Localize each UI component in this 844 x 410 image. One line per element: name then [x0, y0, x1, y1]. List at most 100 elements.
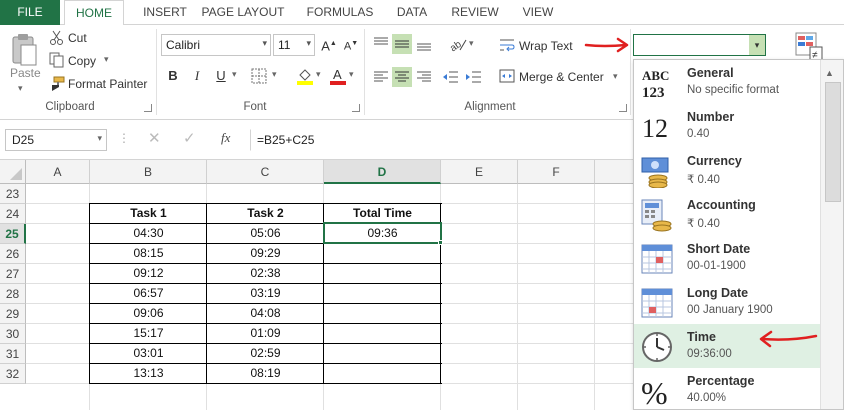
table-cell[interactable]: 08:19 [207, 363, 324, 383]
borders-dropdown-icon[interactable]: ▾ [272, 69, 277, 80]
align-right-icon[interactable] [414, 67, 434, 90]
table-header-cell[interactable]: Total Time [324, 203, 441, 223]
font-name-select[interactable]: Calibri ▾ [161, 34, 271, 56]
middle-align-icon[interactable] [392, 34, 412, 54]
copy-button[interactable]: Copy [68, 54, 96, 68]
number-format-option-accounting[interactable]: Accounting ₹ 0.40 [634, 192, 820, 236]
table-cell[interactable]: 04:30 [90, 223, 207, 243]
top-align-icon[interactable] [371, 34, 391, 57]
cancel-icon[interactable]: ✕ [148, 129, 161, 147]
increase-indent-icon[interactable] [464, 67, 484, 90]
fill-handle[interactable] [438, 240, 443, 245]
table-header-cell[interactable]: Task 2 [207, 203, 324, 223]
bold-button[interactable]: B [163, 66, 183, 86]
formula-input[interactable]: =B25+C25 [250, 129, 634, 151]
paste-icon[interactable] [10, 33, 38, 70]
italic-button[interactable]: I [187, 66, 207, 86]
number-format-option-general[interactable]: ABC 123 General No specific format [634, 60, 820, 104]
scroll-up-icon[interactable]: ▲ [825, 68, 834, 78]
font-launcher-icon[interactable] [352, 104, 360, 112]
table-cell[interactable]: 09:29 [207, 243, 324, 263]
row-header-23[interactable]: 23 [0, 184, 26, 204]
table-cell[interactable]: 13:13 [90, 363, 207, 383]
row-header-30[interactable]: 30 [0, 324, 26, 344]
paste-button[interactable]: Paste [10, 66, 41, 80]
tab-insert[interactable]: INSERT [128, 0, 202, 25]
tab-data[interactable]: DATA [388, 0, 436, 25]
table-cell[interactable] [324, 243, 441, 263]
table-cell[interactable]: 03:01 [90, 343, 207, 363]
table-header-cell[interactable]: Task 1 [90, 203, 207, 223]
table-cell[interactable]: 02:38 [207, 263, 324, 283]
number-format-option-currency[interactable]: Currency ₹ 0.40 [634, 148, 820, 192]
table-cell[interactable] [324, 343, 441, 363]
increase-font-size-icon[interactable]: A▲ [319, 34, 339, 54]
font-color-icon[interactable]: A [329, 67, 347, 88]
number-format-option-percentage[interactable]: % Percentage 40.00% [634, 368, 820, 409]
bottom-align-icon[interactable] [414, 34, 434, 57]
copy-dropdown-icon[interactable]: ▾ [104, 54, 109, 65]
scroll-thumb[interactable] [825, 82, 841, 202]
orientation-icon[interactable]: ab [448, 34, 468, 57]
enter-icon[interactable]: ✓ [183, 129, 196, 147]
table-cell[interactable] [324, 283, 441, 303]
table-cell[interactable] [324, 263, 441, 283]
number-format-option-short-date[interactable]: Short Date 00-01-1900 [634, 236, 820, 280]
number-format-option-number[interactable]: 12 Number 0.40 [634, 104, 820, 148]
table-cell[interactable]: 09:12 [90, 263, 207, 283]
merge-center-button[interactable]: Merge & Center [519, 70, 604, 84]
row-header-27[interactable]: 27 [0, 264, 26, 284]
tab-formulas[interactable]: FORMULAS [298, 0, 382, 25]
number-format-option-long-date[interactable]: Long Date 00 January 1900 [634, 280, 820, 324]
table-cell[interactable]: 06:57 [90, 283, 207, 303]
table-cell[interactable]: 15:17 [90, 323, 207, 343]
table-cell[interactable]: 09:06 [90, 303, 207, 323]
table-cell[interactable] [324, 363, 441, 383]
column-header-d[interactable]: D [324, 160, 441, 184]
wrap-text-button[interactable]: Wrap Text [519, 39, 573, 53]
select-all-corner[interactable] [0, 160, 26, 184]
merge-dropdown-icon[interactable]: ▾ [613, 71, 618, 82]
font-color-dropdown-icon[interactable]: ▾ [349, 69, 354, 80]
tab-page-layout[interactable]: PAGE LAYOUT [196, 0, 290, 25]
tab-review[interactable]: REVIEW [446, 0, 504, 25]
clipboard-launcher-icon[interactable] [144, 104, 152, 112]
row-header-26[interactable]: 26 [0, 244, 26, 264]
table-cell[interactable]: 05:06 [207, 223, 324, 243]
format-painter-button[interactable]: Format Painter [68, 77, 147, 91]
name-box[interactable]: D25 ▾ [5, 129, 107, 151]
table-cell[interactable]: 02:59 [207, 343, 324, 363]
number-format-select[interactable]: ▾ [633, 34, 766, 56]
chevron-down-icon[interactable]: ▾ [749, 35, 765, 55]
align-left-icon[interactable] [371, 67, 391, 90]
row-header-32[interactable]: 32 [0, 364, 26, 384]
tab-view[interactable]: VIEW [514, 0, 562, 25]
table-cell[interactable]: 04:08 [207, 303, 324, 323]
column-header-e[interactable]: E [441, 160, 518, 184]
tab-file[interactable]: FILE [0, 0, 60, 25]
column-header-c[interactable]: C [207, 160, 324, 184]
table-cell[interactable] [324, 303, 441, 323]
fill-color-dropdown-icon[interactable]: ▾ [316, 69, 321, 80]
underline-button[interactable]: U [211, 66, 231, 86]
row-header-29[interactable]: 29 [0, 304, 26, 324]
table-cell[interactable]: 08:15 [90, 243, 207, 263]
borders-icon[interactable] [251, 68, 267, 87]
row-header-31[interactable]: 31 [0, 344, 26, 364]
column-header-a[interactable]: A [26, 160, 90, 184]
column-header-b[interactable]: B [90, 160, 207, 184]
insert-function-button[interactable]: fx [221, 130, 230, 146]
table-cell[interactable] [324, 323, 441, 343]
fill-color-icon[interactable] [296, 67, 314, 88]
row-header-28[interactable]: 28 [0, 284, 26, 304]
table-cell[interactable]: 01:09 [207, 323, 324, 343]
cut-button[interactable]: Cut [68, 31, 87, 45]
underline-dropdown-icon[interactable]: ▾ [232, 69, 237, 80]
font-size-select[interactable]: 11 ▾ [273, 34, 315, 56]
orientation-dropdown-icon[interactable]: ▾ [469, 38, 474, 49]
row-header-24[interactable]: 24 [0, 204, 26, 224]
decrease-indent-icon[interactable] [441, 67, 461, 90]
alignment-launcher-icon[interactable] [619, 104, 627, 112]
tab-home[interactable]: HOME [64, 0, 124, 26]
decrease-font-size-icon[interactable]: A▼ [341, 34, 361, 54]
